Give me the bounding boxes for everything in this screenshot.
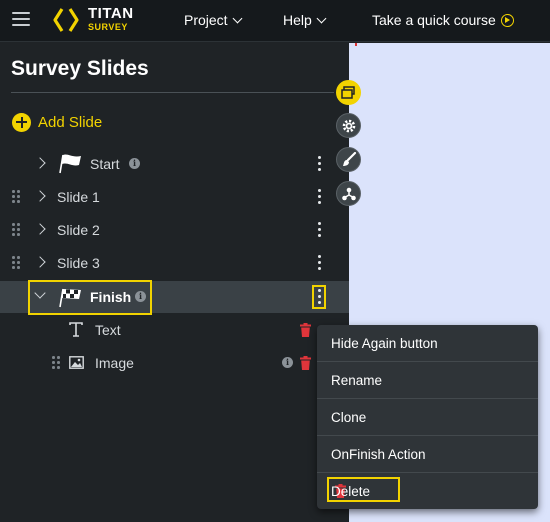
info-icon[interactable]: i — [282, 357, 293, 368]
quick-course-label: Take a quick course — [372, 12, 496, 28]
menu-item-label: Hide Again button — [331, 336, 438, 351]
text-icon — [69, 322, 83, 337]
drag-handle-icon[interactable] — [12, 190, 22, 204]
slide-label: Slide 3 — [57, 255, 100, 271]
more-options-icon[interactable] — [315, 155, 323, 173]
chevron-down-icon — [316, 13, 327, 24]
chevron-right-icon[interactable] — [34, 157, 46, 169]
drag-handle-icon[interactable] — [12, 223, 22, 237]
hamburger-menu-icon[interactable] — [12, 12, 30, 26]
slide-row-3[interactable]: Slide 3 — [0, 247, 349, 279]
more-options-icon[interactable] — [315, 188, 323, 206]
layers-button[interactable] — [336, 80, 361, 105]
chevron-right-icon[interactable] — [34, 256, 46, 268]
delete-label: Delete — [331, 484, 371, 499]
image-icon — [69, 356, 84, 369]
gear-icon — [342, 119, 356, 133]
style-button[interactable] — [336, 147, 361, 172]
context-menu: Hide Again button Rename Clone OnFinish … — [317, 325, 538, 509]
element-row-image[interactable]: Image i — [0, 347, 349, 379]
menu-item-hide-again[interactable]: Hide Again button — [317, 325, 538, 362]
menu-item-label: OnFinish Action — [331, 447, 426, 462]
plus-circle-icon — [12, 112, 31, 132]
brand-name: TITAN — [88, 5, 134, 22]
more-options-icon[interactable] — [312, 285, 326, 309]
brand-wordmark[interactable]: TITAN SURVEY — [88, 5, 134, 33]
play-circle-icon — [500, 14, 514, 27]
quick-course-link[interactable]: Take a quick course — [372, 12, 514, 28]
brush-icon — [343, 152, 357, 166]
menu-item-clone[interactable]: Clone — [317, 399, 538, 436]
add-slide-button[interactable]: Add Slide — [12, 112, 102, 132]
layers-icon — [341, 86, 355, 99]
slide-row-2[interactable]: Slide 2 — [0, 214, 349, 246]
top-bar: TITAN SURVEY Project Help Take a quick c… — [0, 0, 550, 42]
more-options-icon[interactable] — [315, 254, 323, 272]
brand-sub: SURVEY — [88, 22, 128, 32]
menu-item-delete[interactable]: Delete — [317, 473, 538, 509]
nav-help[interactable]: Help — [283, 12, 327, 28]
flag-icon — [59, 154, 81, 174]
nav-project[interactable]: Project — [184, 12, 243, 28]
titan-logo-icon — [53, 8, 79, 32]
info-icon[interactable]: i — [129, 158, 140, 169]
slide-row-start[interactable]: Start i — [0, 148, 349, 180]
trash-icon[interactable] — [300, 323, 311, 337]
add-slide-label: Add Slide — [38, 113, 103, 131]
share-icon — [342, 187, 356, 201]
chevron-right-icon[interactable] — [34, 223, 46, 235]
element-label: Text — [95, 322, 121, 338]
more-options-icon[interactable] — [315, 221, 323, 239]
divider — [11, 92, 334, 93]
menu-item-label: Clone — [331, 410, 367, 425]
canvas-marker — [355, 43, 357, 46]
drag-handle-icon[interactable] — [12, 256, 22, 270]
slide-label: Start — [90, 156, 120, 172]
chevron-down-icon — [232, 13, 243, 24]
highlight-outline — [28, 280, 152, 315]
nav-help-label: Help — [283, 12, 312, 28]
element-label: Image — [95, 355, 134, 371]
panel-title: Survey Slides — [11, 57, 149, 80]
chevron-right-icon[interactable] — [34, 190, 46, 202]
trash-icon[interactable] — [300, 356, 311, 370]
drag-handle-icon[interactable] — [52, 356, 62, 370]
settings-button[interactable] — [336, 113, 361, 138]
nav-project-label: Project — [184, 12, 228, 28]
menu-item-rename[interactable]: Rename — [317, 362, 538, 399]
menu-item-onfinish-action[interactable]: OnFinish Action — [317, 436, 538, 473]
share-button[interactable] — [336, 181, 361, 206]
menu-item-label: Rename — [331, 373, 383, 388]
slide-label: Slide 2 — [57, 222, 100, 238]
element-row-text[interactable]: Text — [0, 314, 349, 346]
slide-row-1[interactable]: Slide 1 — [0, 181, 349, 213]
slide-label: Slide 1 — [57, 189, 100, 205]
